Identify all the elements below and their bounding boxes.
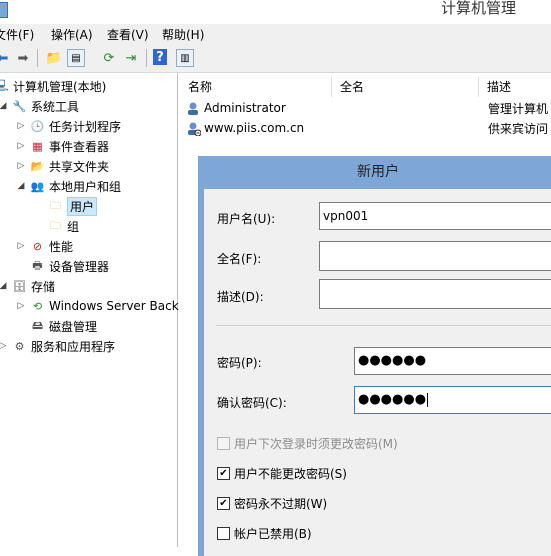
- description-input[interactable]: [319, 279, 551, 309]
- navigation-tree: 🖳 计算机管理(本地) ◢ 🔧 系统工具 ▷ 🕒 任务计划程序 ▷ ▦ 事件查看…: [0, 73, 179, 547]
- fullname-label: 全名(F):: [217, 252, 262, 266]
- list-item[interactable]: www.piis.com.cn 供来宾访问: [186, 119, 548, 137]
- account-disabled-checkbox[interactable]: 帐户已禁用(B): [217, 525, 312, 542]
- menu-action[interactable]: 操作(A): [51, 26, 93, 43]
- tree-node-disk-management[interactable]: 🖴 磁盘管理: [16, 317, 97, 335]
- password-input[interactable]: ●●●●●●: [354, 347, 551, 375]
- expand-arrow-icon[interactable]: ▷: [16, 121, 26, 131]
- must-change-password-checkbox[interactable]: 用户下次登录时须更改密码(M): [217, 435, 398, 452]
- computer-management-icon: [0, 2, 8, 18]
- text-caret: [427, 392, 429, 407]
- up-folder-icon[interactable]: 📁: [45, 49, 63, 67]
- expand-arrow-icon[interactable]: ▷: [16, 141, 26, 151]
- separator-line: [216, 325, 551, 326]
- title-bar: 计算机管理: [0, 0, 551, 24]
- help-icon[interactable]: ?: [153, 49, 167, 65]
- folder-icon: 🗀: [50, 218, 61, 232]
- shared-folder-icon: 📂: [30, 159, 45, 173]
- forward-icon[interactable]: ➡: [14, 49, 32, 67]
- collapse-arrow-icon[interactable]: ◢: [16, 181, 26, 191]
- dialog-body: 用户名(U): vpn001 全名(F): 描述(D): 密码(P): ●●●●…: [204, 189, 551, 556]
- tree-node-root[interactable]: 🖳 计算机管理(本地): [0, 77, 106, 95]
- computer-icon: 🖳: [0, 78, 9, 92]
- tree-node-performance[interactable]: ▷ ⊘ 性能: [16, 237, 73, 255]
- event-viewer-icon: ▦: [32, 139, 43, 153]
- refresh-icon[interactable]: ⟳: [100, 49, 118, 67]
- tree-node-groups[interactable]: 🗀 组: [34, 217, 79, 235]
- menu-view[interactable]: 查看(V): [107, 26, 149, 43]
- expand-arrow-icon[interactable]: ▷: [0, 341, 8, 351]
- collapse-arrow-icon[interactable]: ◢: [0, 101, 8, 111]
- username-label: 用户名(U):: [217, 212, 276, 226]
- tree-node-device-manager[interactable]: 🖶 设备管理器: [16, 257, 109, 275]
- device-manager-icon: 🖶: [32, 258, 43, 272]
- collapse-arrow-icon[interactable]: ◢: [0, 281, 8, 291]
- column-header-fullname[interactable]: 全名: [332, 77, 479, 97]
- users-group-icon: 👥: [30, 179, 45, 193]
- username-input[interactable]: vpn001: [319, 202, 551, 230]
- disk-icon: 🖴: [31, 318, 44, 332]
- export-icon[interactable]: ⇥: [122, 49, 140, 67]
- confirm-password-input[interactable]: ●●●●●●: [354, 386, 551, 414]
- expand-arrow-icon[interactable]: ▷: [16, 301, 26, 311]
- backup-icon: ⟲: [32, 299, 43, 313]
- password-never-expires-checkbox[interactable]: ✔ 密码永不过期(W): [217, 495, 327, 512]
- clock-icon: 🕒: [30, 119, 45, 133]
- password-label: 密码(P):: [217, 356, 262, 370]
- column-header-description[interactable]: 描述: [479, 77, 551, 97]
- tree-node-system-tools[interactable]: ◢ 🔧 系统工具: [0, 97, 79, 115]
- checkbox-box: [217, 437, 230, 450]
- tree-node-windows-server-backup[interactable]: ▷ ⟲ Windows Server Back: [16, 297, 179, 315]
- description-label: 描述(D):: [217, 290, 264, 304]
- tree-node-task-scheduler[interactable]: ▷ 🕒 任务计划程序: [16, 117, 121, 135]
- menu-bar: 文件(F) 操作(A) 查看(V) 帮助(H): [0, 24, 551, 44]
- expand-arrow-icon[interactable]: ▷: [16, 161, 26, 171]
- column-header-name[interactable]: 名称: [180, 77, 332, 97]
- tree-node-shared-folders[interactable]: ▷ 📂 共享文件夹: [16, 157, 109, 175]
- services-icon: ⚙: [14, 339, 25, 353]
- cannot-change-password-checkbox[interactable]: ✔ 用户不能更改密码(S): [217, 465, 347, 482]
- menu-file[interactable]: 文件(F): [0, 26, 34, 43]
- confirm-password-label: 确认密码(C):: [217, 396, 287, 410]
- new-user-dialog: 新用户 用户名(U): vpn001 全名(F): 描述(D): 密码(P): …: [198, 156, 551, 556]
- tree-node-local-users-groups[interactable]: ◢ 👥 本地用户和组: [16, 177, 121, 195]
- confirm-password-value: ●●●●●●: [358, 392, 427, 407]
- toolbar-separator: [37, 49, 38, 67]
- folder-icon: 🗀: [50, 198, 61, 212]
- checkbox-box: [217, 527, 230, 540]
- tree-node-storage[interactable]: ◢ 🗄 存储: [0, 277, 55, 295]
- performance-icon: ⊘: [32, 239, 43, 253]
- checkmark-icon: ✔: [217, 467, 230, 480]
- list-item[interactable]: Administrator 管理计算机: [186, 99, 548, 117]
- dialog-title[interactable]: 新用户: [198, 156, 551, 189]
- fullname-input[interactable]: [319, 241, 551, 271]
- toolbar-separator: [146, 49, 147, 67]
- window-title: 计算机管理: [441, 0, 517, 17]
- back-icon[interactable]: ⬅: [0, 49, 12, 67]
- user-disabled-icon: [186, 121, 202, 136]
- storage-icon: 🗄: [12, 279, 27, 293]
- user-icon: [186, 101, 201, 116]
- tree-node-event-viewer[interactable]: ▷ ▦ 事件查看器: [16, 137, 109, 155]
- tools-icon: 🔧: [12, 99, 27, 113]
- expand-arrow-icon[interactable]: ▷: [16, 241, 26, 251]
- properties-icon[interactable]: ▥: [176, 49, 194, 67]
- checkmark-icon: ✔: [217, 497, 230, 510]
- show-tree-icon[interactable]: ▤: [67, 49, 85, 67]
- tree-node-users[interactable]: 🗀 用户: [34, 196, 98, 216]
- tree-node-services-apps[interactable]: ▷ ⚙ 服务和应用程序: [0, 337, 115, 355]
- menu-help[interactable]: 帮助(H): [162, 26, 204, 43]
- toolbar: ⬅ ➡ 📁 ▤ ⟳ ⇥ ? ▥: [0, 44, 551, 73]
